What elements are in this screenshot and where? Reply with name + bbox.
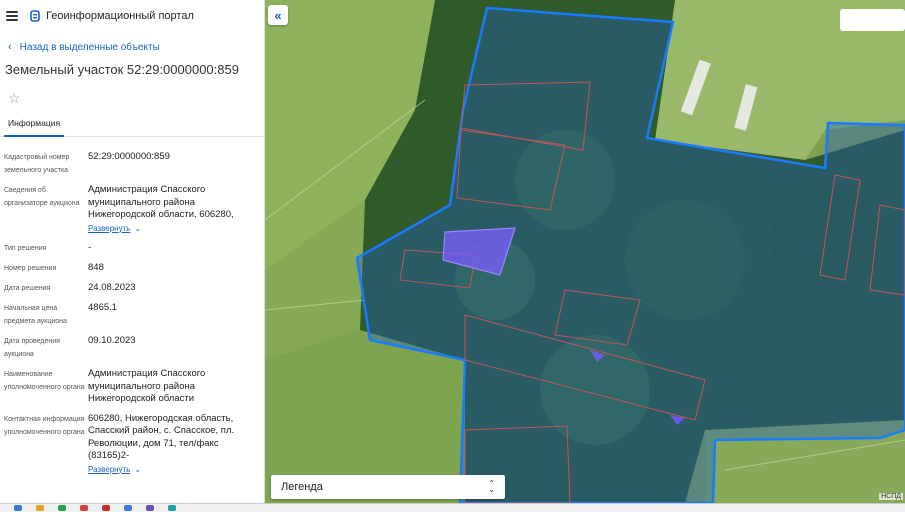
detail-row: Контактная информация уполномоченного ор… xyxy=(0,413,264,477)
taskbar-app-icon[interactable] xyxy=(124,505,132,511)
app-header: Геоинформационный портал xyxy=(0,0,264,32)
detail-value: 4865.1 xyxy=(88,302,118,313)
detail-value: 09.10.2023 xyxy=(88,335,136,346)
detail-value: 848 xyxy=(88,262,104,273)
info-panel: Геоинформационный портал ‹ Назад в выдел… xyxy=(0,0,265,503)
detail-value-block: Администрация Спасского муниципального р… xyxy=(88,184,260,235)
detail-label: Тип решения xyxy=(4,245,47,252)
details-list: Кадастровый номер земельного участка 52:… xyxy=(0,137,264,476)
detail-label: Начальная цена предмета аукциона xyxy=(4,305,67,325)
expand-link[interactable]: Развернуть xyxy=(88,464,130,477)
detail-row: Дата решения 24.08.2023 xyxy=(0,282,264,295)
legend-label: Легенда xyxy=(281,481,323,493)
star-icon[interactable]: ☆ xyxy=(0,90,264,110)
detail-value: 606280, Нижегородская область, Спасский … xyxy=(88,412,235,462)
detail-value: Администрация Спасского муниципального р… xyxy=(88,368,206,404)
map-search-box[interactable] xyxy=(840,9,905,31)
detail-value: 24.08.2023 xyxy=(88,282,136,293)
portal-logo-icon xyxy=(30,10,40,22)
map-view[interactable] xyxy=(265,0,905,503)
taskbar-app-icon[interactable] xyxy=(80,505,88,511)
page-title: Земельный участок 52:29:0000000:859 xyxy=(5,62,239,77)
taskbar-app-icon[interactable] xyxy=(14,505,22,511)
detail-value-block: 606280, Нижегородская область, Спасский … xyxy=(88,413,260,477)
chevron-down-icon[interactable]: ⌄ xyxy=(134,224,141,233)
legend-dropdown[interactable]: Легенда ⌃ ⌄ xyxy=(271,475,505,499)
taskbar-app-icon[interactable] xyxy=(58,505,66,511)
back-to-selected-link[interactable]: ‹ Назад в выделенные объекты xyxy=(0,34,264,60)
tab-bar: Информация xyxy=(0,114,264,137)
taskbar-app-icon[interactable] xyxy=(36,505,44,511)
detail-row: Начальная цена предмета аукциона 4865.1 xyxy=(0,302,264,328)
detail-label: Дата решения xyxy=(4,285,51,292)
detail-row: Сведения об организаторе аукциона Админи… xyxy=(0,184,264,235)
chevron-left-icon: ‹ xyxy=(8,41,12,53)
double-chevron-left-icon[interactable]: « xyxy=(268,5,288,25)
detail-label: Дата проведения аукциона xyxy=(4,338,60,358)
updown-arrows-icon: ⌃ ⌄ xyxy=(488,479,495,494)
chevron-down-icon[interactable]: ⌄ xyxy=(134,465,141,474)
detail-label: Номер решения xyxy=(4,265,57,272)
expand-link[interactable]: Развернуть xyxy=(88,223,130,236)
map-attribution: НСПД xyxy=(879,493,903,500)
back-link-label: Назад в выделенные объекты xyxy=(19,41,160,53)
taskbar-app-icon[interactable] xyxy=(146,505,154,511)
taskbar-app-icon[interactable] xyxy=(168,505,176,511)
detail-row: Дата проведения аукциона 09.10.2023 xyxy=(0,335,264,361)
detail-row: Наименование уполномоченного органа Адми… xyxy=(0,368,264,406)
hamburger-icon[interactable] xyxy=(6,11,18,21)
satellite-map[interactable] xyxy=(265,0,905,503)
detail-value: 52:29:0000000:859 xyxy=(88,151,170,162)
detail-label: Сведения об организаторе аукциона xyxy=(4,187,80,207)
detail-label: Кадастровый номер земельного участка xyxy=(4,154,70,174)
detail-value: Администрация Спасского муниципального р… xyxy=(88,184,234,220)
detail-label: Наименование уполномоченного органа xyxy=(4,371,85,391)
taskbar-app-icon[interactable] xyxy=(102,505,110,511)
detail-row: Тип решения - xyxy=(0,242,264,255)
detail-label: Контактная информация уполномоченного ор… xyxy=(4,415,85,436)
os-taskbar xyxy=(0,503,905,512)
detail-value: - xyxy=(88,242,92,253)
detail-row: Кадастровый номер земельного участка 52:… xyxy=(0,151,264,177)
detail-row: Номер решения 848 xyxy=(0,262,264,275)
tab-information[interactable]: Информация xyxy=(4,114,65,137)
app-title: Геоинформационный портал xyxy=(46,10,194,22)
